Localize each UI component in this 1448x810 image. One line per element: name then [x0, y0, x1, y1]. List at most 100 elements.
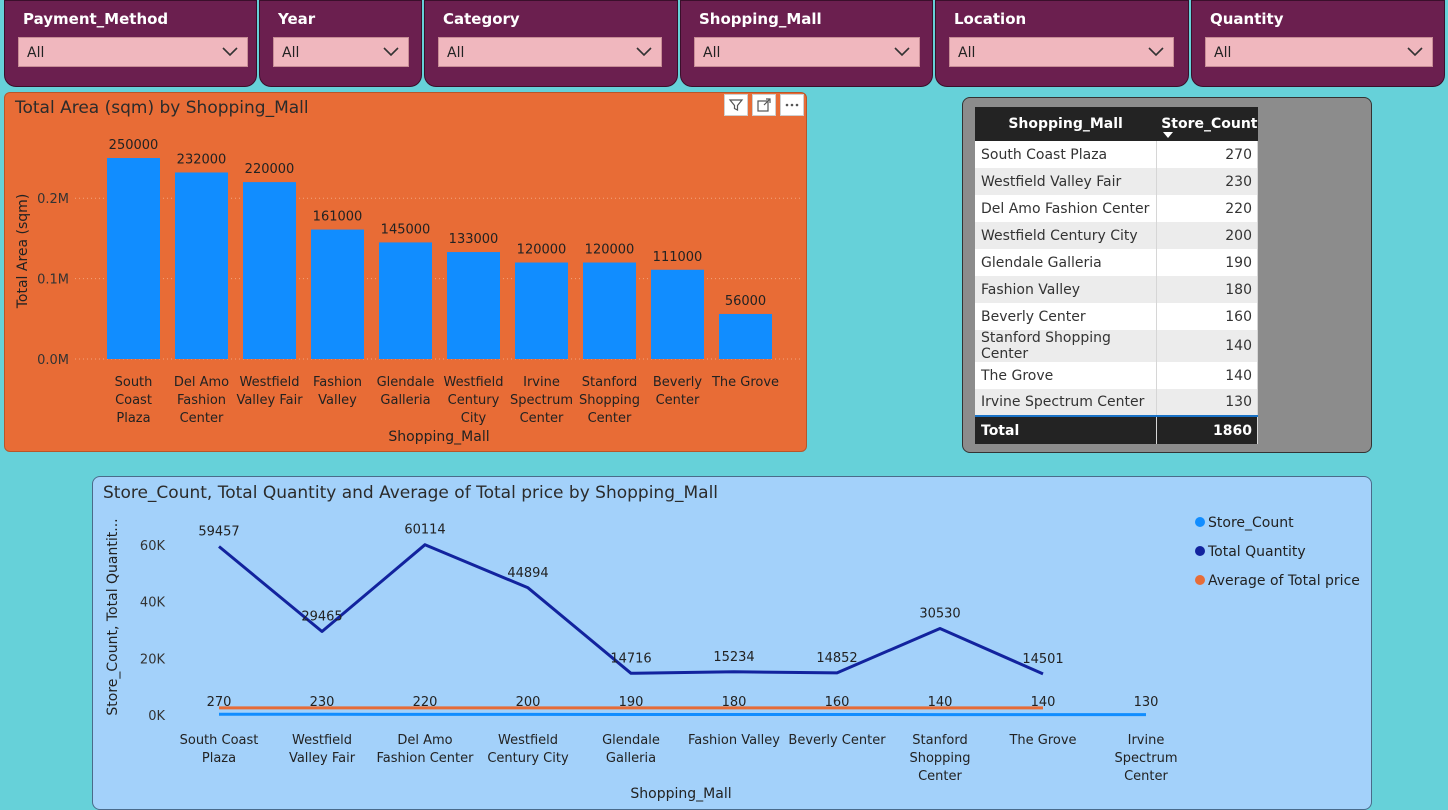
quantity-dropdown[interactable]: All: [1205, 37, 1433, 67]
slicer-payment-method: Payment_Method All: [4, 0, 257, 87]
table-row[interactable]: Stanford Shopping Center 140: [975, 330, 1259, 362]
x-tick-label: Center: [180, 411, 224, 426]
x-tick-label: Century City: [487, 751, 569, 766]
table-row[interactable]: Beverly Center 160: [975, 303, 1259, 330]
cell-shopping-mall: Stanford Shopping Center: [975, 330, 1157, 362]
bar[interactable]: [175, 172, 228, 359]
sort-descending-icon: [1163, 132, 1174, 138]
total-area-bar-chart[interactable]: Total Area (sqm) by Shopping_Mall 0.0M 0.…: [4, 92, 807, 452]
cell-shopping-mall: Glendale Galleria: [975, 249, 1157, 276]
data-label: 220000: [245, 162, 295, 177]
data-label: 120000: [517, 243, 567, 258]
dropdown-value: All: [958, 45, 976, 61]
data-label: 220: [413, 695, 438, 710]
cell-store-count: 180: [1156, 276, 1259, 303]
year-dropdown[interactable]: All: [273, 37, 409, 67]
legend-marker-icon: [1195, 575, 1205, 585]
x-tick-label: Galleria: [606, 751, 656, 766]
data-label: 200: [516, 695, 541, 710]
slicer-year: Year All: [259, 0, 422, 87]
y-tick-label: 0K: [148, 709, 165, 724]
x-tick-label: Fashion Center: [377, 751, 475, 766]
x-tick-label: Fashion: [177, 393, 226, 408]
dropdown-value: All: [703, 45, 721, 61]
x-tick-label: Center: [918, 769, 962, 784]
table-row[interactable]: Irvine Spectrum Center 130: [975, 389, 1259, 416]
cell-shopping-mall: Westfield Century City: [975, 222, 1157, 249]
data-label: 140: [1031, 695, 1056, 710]
table-row[interactable]: Westfield Century City 200: [975, 222, 1259, 249]
slicer-title: Location: [954, 10, 1027, 28]
data-label: 133000: [449, 232, 499, 247]
cell-store-count: 190: [1156, 249, 1259, 276]
data-label: 111000: [653, 250, 703, 265]
cell-store-count: 230: [1156, 168, 1259, 195]
x-tick-label: South: [115, 375, 153, 390]
cell-shopping-mall: Fashion Valley: [975, 276, 1157, 303]
x-tick-label: Valley Fair: [236, 393, 303, 408]
x-tick-label: Coast: [115, 393, 152, 408]
store-quantity-price-line-chart[interactable]: Store_Count, Total Quantity and Average …: [92, 476, 1372, 810]
x-tick-label: Fashion Valley: [688, 733, 780, 748]
x-tick-label: Westfield: [443, 375, 503, 390]
legend-label[interactable]: Total Quantity: [1207, 544, 1306, 560]
total-value: 1860: [1156, 415, 1259, 444]
x-tick-label: Westfield: [239, 375, 299, 390]
shopping-mall-dropdown[interactable]: All: [694, 37, 920, 67]
x-tick-label: Spectrum: [510, 393, 573, 408]
slicer-title: Payment_Method: [23, 10, 169, 28]
bar[interactable]: [651, 269, 704, 359]
legend-label[interactable]: Store_Count: [1208, 515, 1294, 531]
location-dropdown[interactable]: All: [949, 37, 1174, 67]
bar[interactable]: [719, 313, 772, 359]
table-row[interactable]: Westfield Valley Fair 230: [975, 168, 1259, 195]
table-row[interactable]: Fashion Valley 180: [975, 276, 1259, 303]
x-tick-label: The Grove: [1008, 733, 1076, 748]
bar[interactable]: [107, 158, 160, 359]
x-tick-label: Beverly Center: [788, 733, 886, 748]
slicer-title: Year: [278, 10, 316, 28]
cell-shopping-mall: Del Amo Fashion Center: [975, 195, 1157, 222]
x-axis-title: Shopping_Mall: [388, 429, 489, 445]
slicer-shopping-mall: Shopping_Mall All: [680, 0, 933, 87]
x-tick-label: Stanford: [582, 375, 637, 390]
data-label: 130: [1134, 695, 1159, 710]
bar[interactable]: [515, 262, 568, 359]
category-dropdown[interactable]: All: [438, 37, 662, 67]
table-row[interactable]: The Grove 140: [975, 362, 1259, 389]
x-tick-label: Shopping: [909, 751, 970, 766]
data-label: 14716: [610, 651, 651, 666]
table-row[interactable]: South Coast Plaza 270: [975, 141, 1259, 168]
legend-label[interactable]: Average of Total price: [1208, 573, 1360, 589]
data-label: 14852: [816, 651, 857, 666]
table-row[interactable]: Del Amo Fashion Center 220: [975, 195, 1259, 222]
store-count-table-visual: Shopping_Mall Store_Count South Coast Pl…: [962, 97, 1372, 453]
legend-marker-icon: [1195, 517, 1205, 527]
total-label: Total: [975, 415, 1157, 444]
data-label: 232000: [177, 152, 227, 167]
data-label: 230: [310, 695, 335, 710]
bar[interactable]: [311, 229, 364, 359]
x-tick-label: Shopping: [579, 393, 640, 408]
x-tick-label: South Coast: [180, 733, 259, 748]
bar[interactable]: [379, 242, 432, 359]
dropdown-value: All: [1214, 45, 1232, 61]
table-row[interactable]: Glendale Galleria 190: [975, 249, 1259, 276]
bar[interactable]: [447, 252, 500, 359]
data-label: 270: [207, 695, 232, 710]
x-tick-label: Center: [588, 411, 632, 426]
cell-store-count: 130: [1156, 389, 1259, 416]
payment-method-dropdown[interactable]: All: [18, 37, 248, 67]
store-count-table: Shopping_Mall Store_Count South Coast Pl…: [975, 107, 1259, 444]
bar[interactable]: [583, 262, 636, 359]
cell-shopping-mall: Irvine Spectrum Center: [975, 389, 1157, 416]
data-label: 30530: [919, 606, 960, 621]
column-header-store-count[interactable]: Store_Count: [1156, 107, 1258, 141]
x-tick-label: Glendale: [377, 375, 435, 390]
x-tick-label: Westfield: [292, 733, 352, 748]
data-label: 59457: [198, 525, 239, 540]
column-header-shopping-mall[interactable]: Shopping_Mall: [975, 107, 1157, 141]
y-axis-title: Store_Count, Total Quantit...: [105, 518, 121, 715]
bar[interactable]: [243, 182, 296, 359]
data-label: 190: [619, 695, 644, 710]
